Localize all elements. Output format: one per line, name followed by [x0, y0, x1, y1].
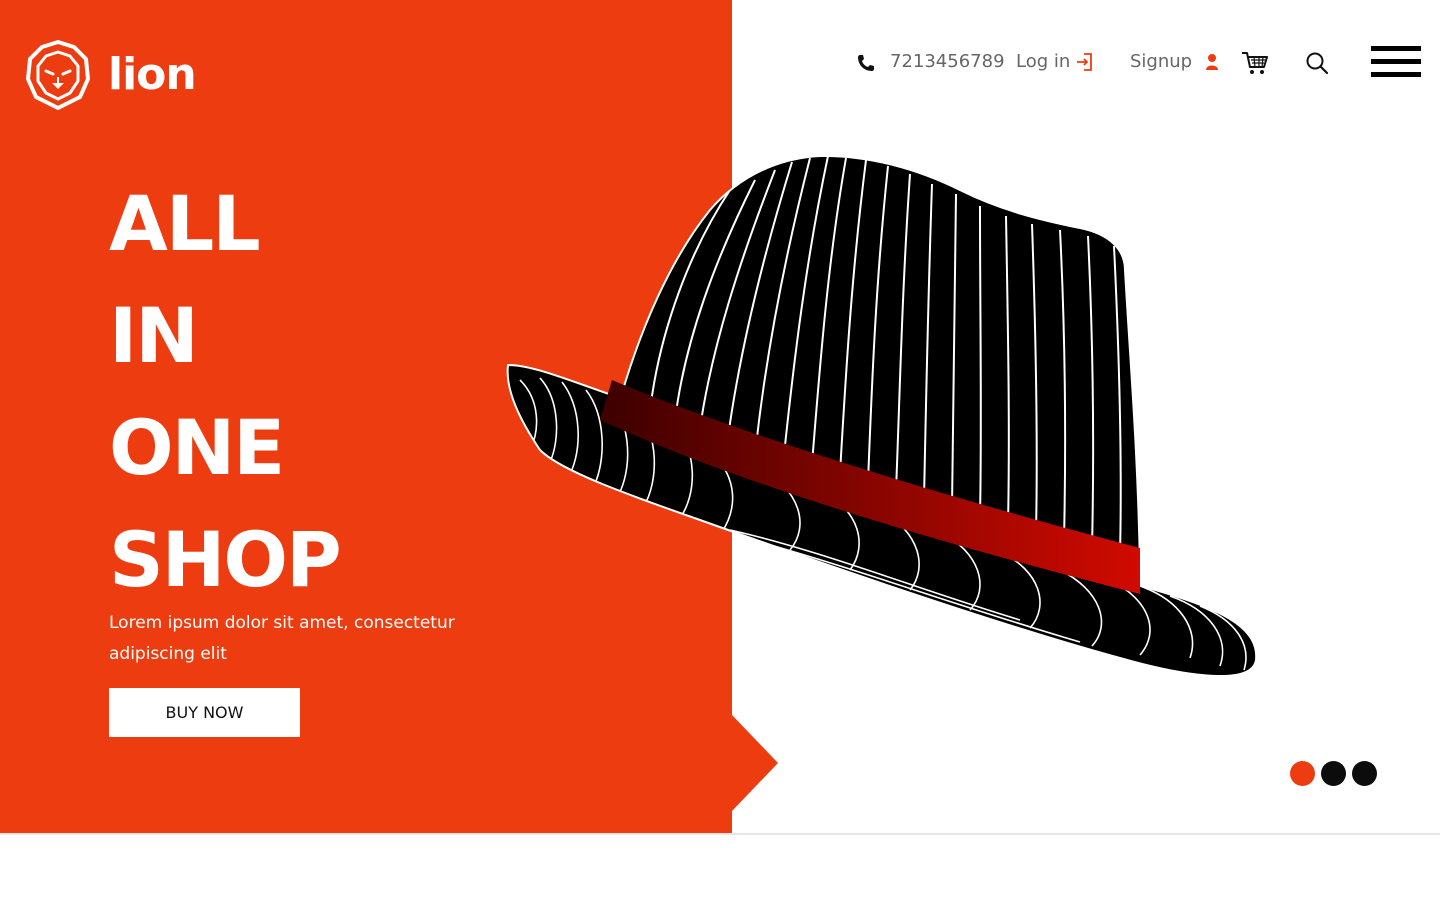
headline-line: ALL: [109, 179, 261, 268]
hero-headline: ALL IN ONE SHOP: [109, 168, 342, 616]
signup-label: Signup: [1130, 51, 1193, 72]
hero-panel-arrow: [732, 715, 778, 811]
lion-head-icon: [26, 40, 90, 110]
brand-name: lion: [108, 49, 197, 100]
hero-description: Lorem ipsum dolor sit amet, consectetur …: [109, 613, 455, 664]
search-icon[interactable]: [1305, 51, 1329, 75]
headline-line: ONE: [109, 403, 285, 492]
carousel-dot-1[interactable]: [1290, 761, 1315, 786]
phone-icon: [858, 55, 874, 71]
brand-logo[interactable]: lion: [24, 39, 197, 111]
hero-section: lion 7213456789 Log in Signup ALL IN ONE…: [0, 0, 1440, 833]
user-icon: [1206, 54, 1219, 70]
signup-link[interactable]: Signup: [1130, 50, 1219, 74]
login-label: Log in: [1016, 51, 1071, 72]
login-icon: [1077, 53, 1093, 71]
carousel-dot-3[interactable]: [1352, 761, 1377, 786]
fedora-hat-image: [506, 154, 1258, 678]
headline-line: SHOP: [109, 515, 342, 604]
phone-number[interactable]: 7213456789: [890, 50, 1005, 74]
carousel-indicators: [1290, 761, 1383, 786]
login-link[interactable]: Log in: [1016, 50, 1095, 74]
hamburger-menu-icon[interactable]: [1371, 46, 1421, 80]
buy-now-button[interactable]: BUY NOW: [109, 688, 300, 737]
cart-icon[interactable]: [1241, 50, 1269, 76]
hero-bottom-shadow: [0, 833, 1440, 835]
carousel-dot-2[interactable]: [1321, 761, 1346, 786]
headline-line: IN: [109, 291, 199, 380]
